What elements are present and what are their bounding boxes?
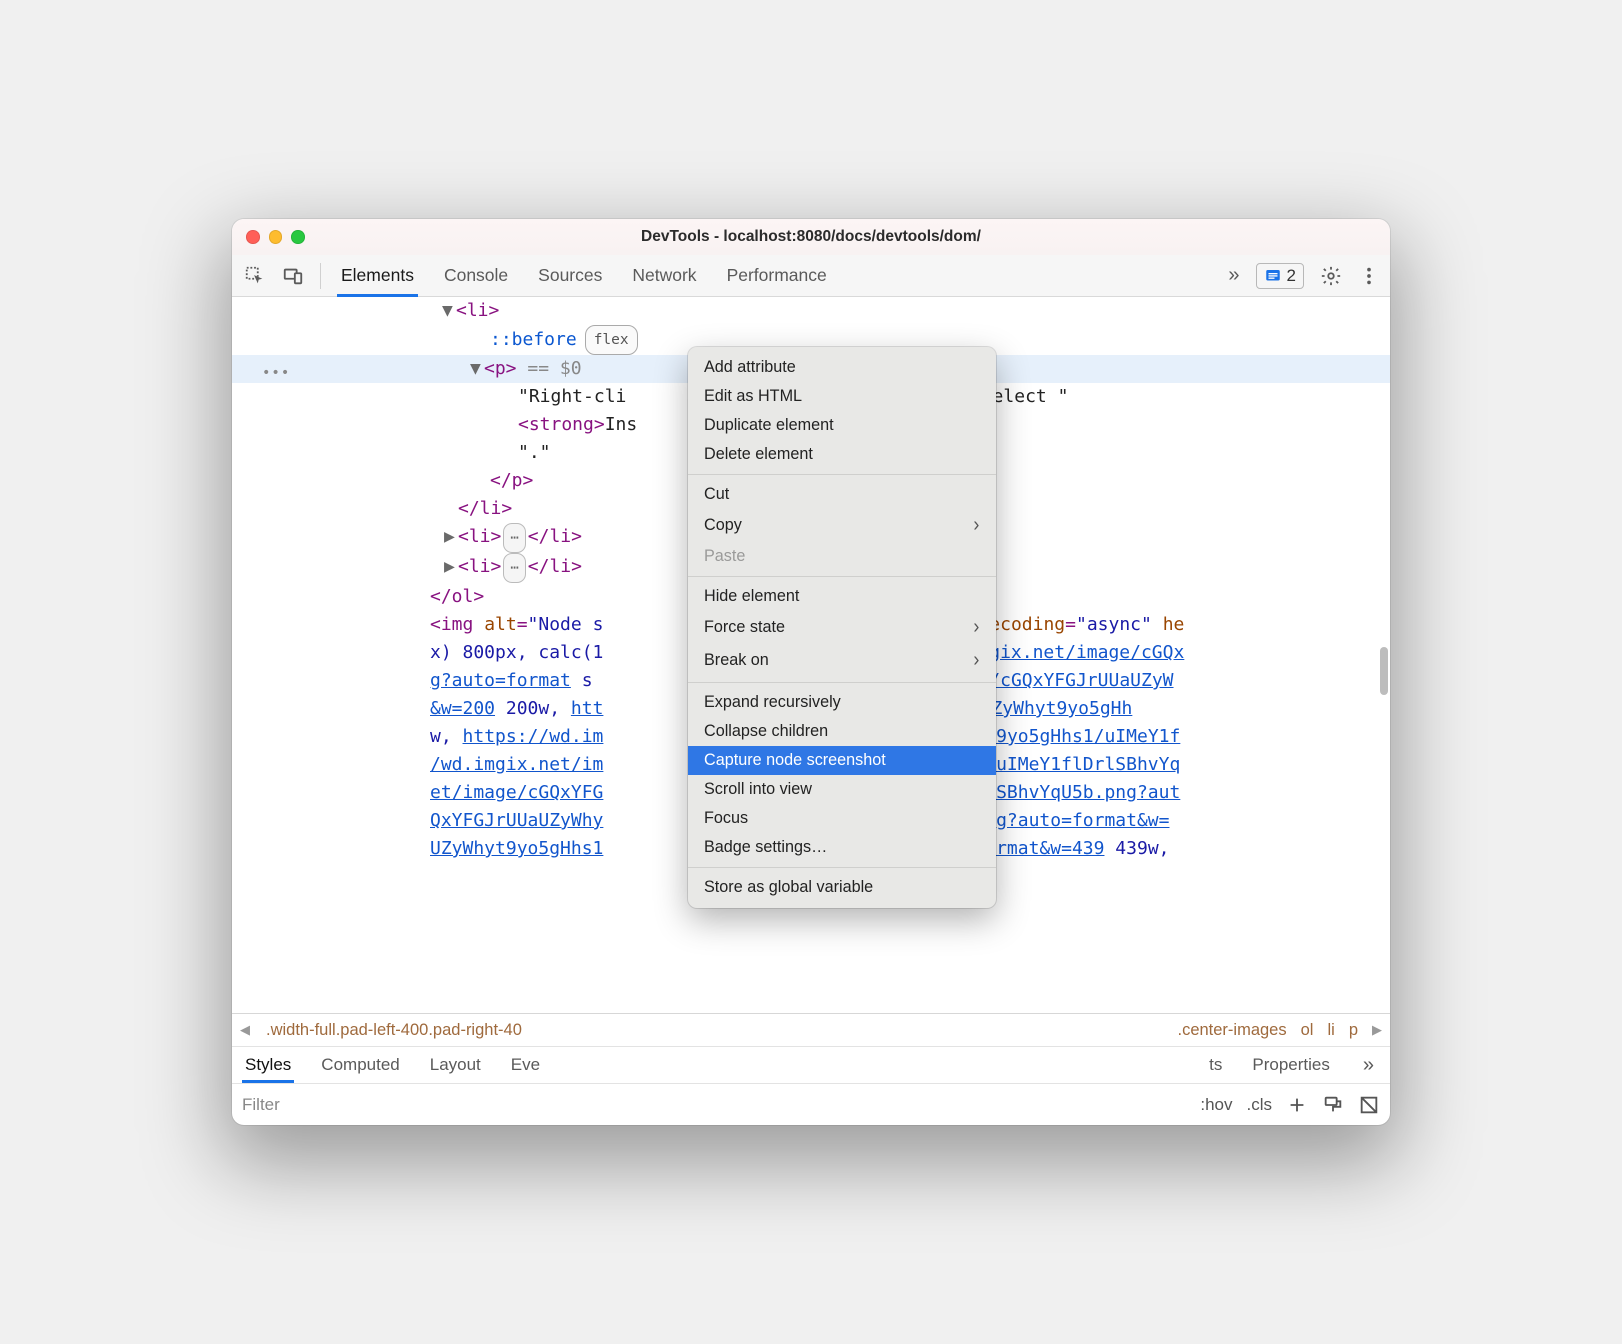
inspect-element-icon[interactable]: [240, 261, 270, 291]
menu-item-focus[interactable]: Focus: [688, 804, 996, 833]
menu-item-copy[interactable]: Copy: [688, 509, 996, 542]
issues-count: 2: [1287, 266, 1296, 286]
menu-item-collapse-children[interactable]: Collapse children: [688, 717, 996, 746]
image-url[interactable]: https://wd.im: [463, 726, 604, 747]
window-title: DevTools - localhost:8080/docs/devtools/…: [232, 228, 1390, 246]
breadcrumb-item[interactable]: p: [1349, 1021, 1358, 1040]
menu-item-capture-node-screenshot[interactable]: Capture node screenshot: [688, 746, 996, 775]
pseudo-before: ::before: [490, 329, 577, 350]
breadcrumb-item[interactable]: .width-full.pad-left-400.pad-right-40: [266, 1021, 522, 1040]
menu-separator: [688, 867, 996, 868]
paint-icon[interactable]: [1322, 1094, 1344, 1116]
styles-subtabs: Styles Computed Layout Eve ts Properties…: [232, 1047, 1390, 1083]
subtab-layout[interactable]: Layout: [429, 1049, 482, 1081]
filter-input[interactable]: Filter: [242, 1095, 280, 1115]
subtab-event-listeners-left[interactable]: Eve: [510, 1049, 541, 1081]
ellipsis-icon[interactable]: ⋯: [503, 523, 525, 553]
context-menu: Add attributeEdit as HTMLDuplicate eleme…: [688, 347, 996, 908]
image-url[interactable]: g?auto=format: [430, 670, 571, 691]
image-url[interactable]: &w=200: [430, 698, 495, 719]
menu-item-break-on[interactable]: Break on: [688, 644, 996, 677]
device-toggle-icon[interactable]: [278, 261, 308, 291]
image-url[interactable]: /wd.imgix.net/im: [430, 754, 603, 775]
tab-network[interactable]: Network: [630, 257, 698, 294]
menu-item-hide-element[interactable]: Hide element: [688, 582, 996, 611]
menu-separator: [688, 682, 996, 683]
menu-item-edit-as-html[interactable]: Edit as HTML: [688, 382, 996, 411]
flex-badge[interactable]: flex: [585, 325, 638, 355]
breadcrumb-item[interactable]: ol: [1301, 1021, 1314, 1040]
menu-item-store-as-global-variable[interactable]: Store as global variable: [688, 873, 996, 902]
menu-separator: [688, 576, 996, 577]
subtab-computed[interactable]: Computed: [320, 1049, 400, 1081]
settings-icon[interactable]: [1316, 261, 1346, 291]
menu-item-scroll-into-view[interactable]: Scroll into view: [688, 775, 996, 804]
menu-item-add-attribute[interactable]: Add attribute: [688, 353, 996, 382]
image-url[interactable]: UZyWhyt9yo5gHhs1: [430, 838, 603, 859]
menu-item-delete-element[interactable]: Delete element: [688, 440, 996, 469]
vertical-scrollbar[interactable]: [1380, 647, 1388, 695]
menu-item-paste: Paste: [688, 542, 996, 571]
ellipsis-icon[interactable]: ⋯: [503, 553, 525, 583]
menu-item-cut[interactable]: Cut: [688, 480, 996, 509]
titlebar: DevTools - localhost:8080/docs/devtools/…: [232, 219, 1390, 255]
computed-panel-icon[interactable]: [1358, 1094, 1380, 1116]
breadcrumb-item[interactable]: .center-images: [1177, 1021, 1286, 1040]
menu-item-badge-settings[interactable]: Badge settings…: [688, 833, 996, 862]
breadcrumb-item[interactable]: li: [1327, 1021, 1334, 1040]
toggle-hov-button[interactable]: :hov: [1200, 1095, 1232, 1115]
kebab-menu-icon[interactable]: [1354, 261, 1384, 291]
more-tabs-button[interactable]: »: [1224, 264, 1243, 287]
styles-toolbar: Filter :hov .cls: [232, 1083, 1390, 1125]
breadcrumb: ◀ .width-full.pad-left-400.pad-right-40 …: [232, 1013, 1390, 1047]
menu-item-expand-recursively[interactable]: Expand recursively: [688, 688, 996, 717]
devtools-window: DevTools - localhost:8080/docs/devtools/…: [232, 219, 1390, 1125]
separator: [320, 263, 321, 289]
issues-badge[interactable]: 2: [1256, 263, 1304, 289]
chevron-right-icon[interactable]: ▶: [1372, 1022, 1382, 1038]
toggle-cls-button[interactable]: .cls: [1247, 1095, 1273, 1115]
tab-sources[interactable]: Sources: [536, 257, 604, 294]
selection-dots-icon: •••: [262, 359, 290, 387]
toolbar: Elements Console Sources Network Perform…: [232, 255, 1390, 297]
panel-tabs: Elements Console Sources Network Perform…: [333, 257, 829, 294]
console-reference: == $0: [517, 358, 582, 379]
menu-separator: [688, 474, 996, 475]
subtab-properties[interactable]: Properties: [1251, 1049, 1330, 1081]
subtab-styles[interactable]: Styles: [244, 1049, 292, 1081]
chevron-left-icon[interactable]: ◀: [240, 1022, 250, 1038]
image-url[interactable]: et/image/cGQxYFG: [430, 782, 603, 803]
image-url[interactable]: QxYFGJrUUaUZyWhy: [430, 810, 603, 831]
menu-item-force-state[interactable]: Force state: [688, 611, 996, 644]
tab-performance[interactable]: Performance: [725, 257, 829, 294]
new-style-rule-icon[interactable]: [1286, 1094, 1308, 1116]
subtab-fragment[interactable]: ts: [1208, 1049, 1223, 1081]
tab-console[interactable]: Console: [442, 257, 510, 294]
more-subtabs-button[interactable]: »: [1359, 1054, 1378, 1077]
menu-item-duplicate-element[interactable]: Duplicate element: [688, 411, 996, 440]
image-url[interactable]: htt: [571, 698, 604, 719]
tab-elements[interactable]: Elements: [339, 257, 416, 294]
